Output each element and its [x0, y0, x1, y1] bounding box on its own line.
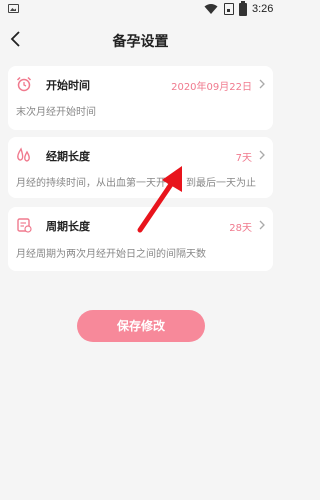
setting-label: 开始时间 [46, 79, 90, 92]
page-title: 备孕设置 [112, 34, 169, 50]
annotation-arrow-icon [137, 166, 182, 233]
chevron-right-icon [259, 79, 265, 89]
chevron-right-icon [259, 150, 265, 160]
calendar-icon [17, 218, 32, 233]
alarm-clock-icon [16, 76, 32, 92]
setting-description: 月经周期为两次月经开始日之间的间隔天数 [16, 249, 206, 260]
drops-icon [17, 147, 30, 162]
setting-label: 经期长度 [46, 150, 90, 163]
battery-icon [239, 1, 247, 16]
setting-label: 周期长度 [46, 220, 90, 233]
chevron-right-icon [259, 220, 265, 230]
clock-time: 3:26 [252, 3, 274, 15]
image-icon [8, 4, 19, 13]
setting-value: 7天 [235, 153, 252, 164]
setting-value: 2020年09月22日 [171, 82, 252, 93]
status-bar: 3:26 [0, 0, 281, 20]
wifi-icon [204, 4, 218, 14]
save-button[interactable]: 保存修改 [77, 310, 205, 342]
setting-description: 末次月经开始时间 [16, 107, 96, 118]
setting-value: 28天 [229, 223, 252, 234]
nav-bar: 备孕设置 [0, 22, 281, 58]
sim-icon [224, 3, 234, 15]
start-time-setting[interactable]: 开始时间 2020年09月22日 末次月经开始时间 [8, 66, 273, 130]
